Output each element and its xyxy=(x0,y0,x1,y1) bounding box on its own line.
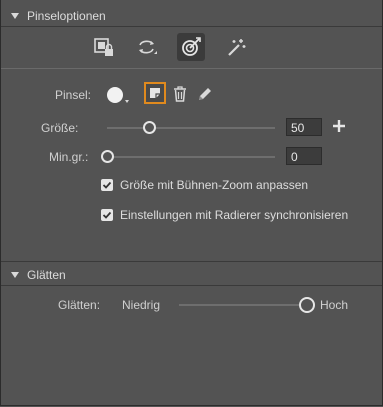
pressure-target-icon[interactable] xyxy=(177,33,205,61)
section-header-brush-options[interactable]: Pinseloptionen xyxy=(1,6,382,26)
min-size-input[interactable]: 0 xyxy=(286,147,322,165)
size-input[interactable]: 50 xyxy=(286,118,322,136)
smoothing-low-label: Niedrig xyxy=(122,298,161,312)
section-header-smoothing[interactable]: Glätten xyxy=(1,265,382,285)
lock-fill-icon[interactable] xyxy=(90,33,118,61)
trash-icon[interactable] xyxy=(172,85,188,103)
min-size-slider-track[interactable] xyxy=(107,156,275,158)
size-slider-thumb[interactable] xyxy=(142,121,156,134)
section-divider xyxy=(1,26,382,27)
tool-icon-row xyxy=(1,33,382,63)
smoothing-high-label: Hoch xyxy=(320,298,349,312)
size-slider-track[interactable] xyxy=(107,127,275,129)
section-divider xyxy=(1,261,382,262)
magic-wand-icon[interactable] xyxy=(222,33,250,61)
size-label: Größe: xyxy=(41,121,79,135)
plus-icon[interactable] xyxy=(332,119,346,133)
collapse-triangle-icon[interactable] xyxy=(11,13,19,19)
section-title-brush-options: Pinseloptionen xyxy=(27,9,106,23)
collapse-triangle-icon[interactable] xyxy=(11,272,19,278)
section-title-smoothing: Glätten xyxy=(27,268,66,282)
smoothing-slider-thumb[interactable] xyxy=(299,297,315,313)
icon-row-divider xyxy=(1,68,382,69)
zoom-checkbox-label: Größe mit Bühnen-Zoom anpassen xyxy=(120,178,309,192)
checkmark-icon xyxy=(102,211,112,219)
min-size-label: Min.gr.: xyxy=(49,150,89,164)
section-divider xyxy=(1,285,382,286)
custom-brush-button[interactable] xyxy=(144,82,166,104)
eraser-sync-checkbox-label: Einstellungen mit Radierer synchronisier… xyxy=(120,208,349,222)
checkmark-icon xyxy=(102,181,112,189)
zoom-checkbox[interactable] xyxy=(101,179,113,191)
min-size-slider-thumb[interactable] xyxy=(100,150,114,163)
brush-panel: Pinseloptionen Pinsel: Größe: 50 Min.gr.… xyxy=(0,0,383,406)
brush-shape-dropdown[interactable] xyxy=(105,84,129,106)
smoothing-label: Glätten: xyxy=(58,298,101,312)
brush-label: Pinsel: xyxy=(55,88,92,102)
eraser-sync-checkbox[interactable] xyxy=(101,209,113,221)
smoothing-slider-track[interactable] xyxy=(179,304,307,306)
spray-rotate-icon[interactable] xyxy=(133,33,161,61)
pencil-icon[interactable] xyxy=(196,85,214,103)
